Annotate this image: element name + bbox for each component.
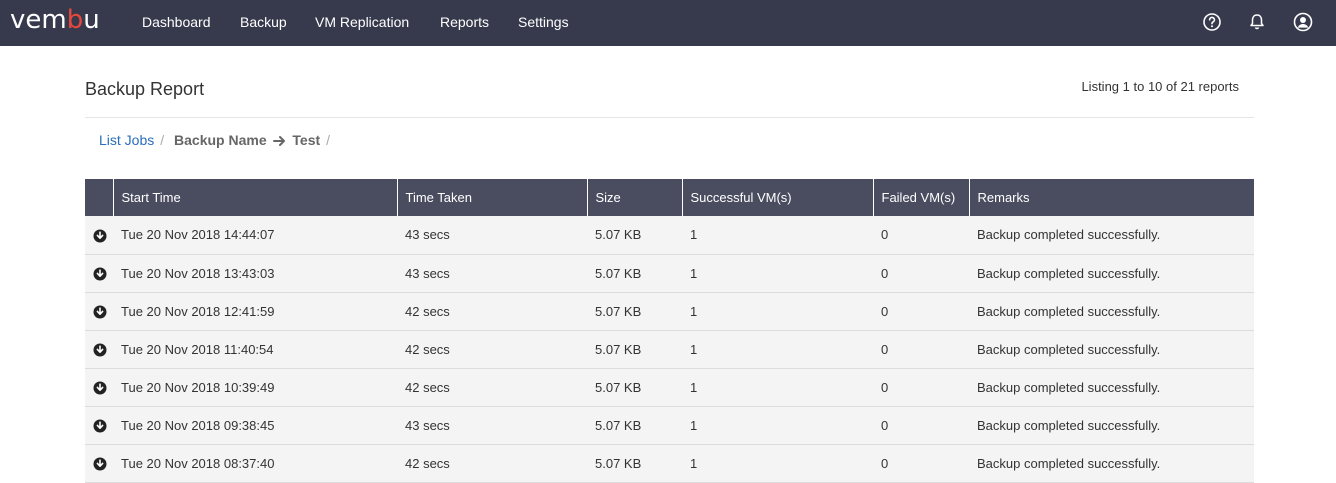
listing-count: Listing 1 to 10 of 21 reports <box>1081 79 1239 94</box>
cell-failed-vms: 0 <box>873 330 969 369</box>
download-circle-icon[interactable] <box>93 419 107 433</box>
download-circle-icon[interactable] <box>93 381 107 395</box>
cell-time-taken: 43 secs <box>397 254 587 293</box>
header-successful-vms[interactable]: Successful VM(s) <box>682 179 874 216</box>
cell-remarks: Backup completed successfully. <box>969 254 1254 293</box>
vembu-logo[interactable]: vembu <box>10 5 100 35</box>
breadcrumb-backup-name-value: Test <box>292 132 321 148</box>
user-icon[interactable] <box>1293 12 1313 32</box>
arrow-right-icon <box>272 136 285 147</box>
cell-remarks: Backup completed successfully. <box>969 444 1254 483</box>
cell-successful-vms: 1 <box>682 330 873 369</box>
cell-successful-vms: 1 <box>682 368 873 407</box>
cell-start-time: Tue 20 Nov 2018 12:41:59 <box>113 292 397 331</box>
cell-successful-vms: 1 <box>682 216 873 255</box>
cell-start-time: Tue 20 Nov 2018 08:37:40 <box>113 444 397 483</box>
nav-settings[interactable]: Settings <box>518 14 569 30</box>
table-row[interactable]: Tue 20 Nov 2018 08:37:40 42 secs 5.07 KB 1 0… <box>85 444 1254 483</box>
cell-remarks: Backup completed successfully. <box>969 292 1254 331</box>
header-failed-vms[interactable]: Failed VM(s) <box>873 179 970 216</box>
cell-start-time: Tue 20 Nov 2018 11:40:54 <box>113 330 397 369</box>
row-expand-cell <box>85 330 113 369</box>
cell-time-taken: 42 secs <box>397 330 587 369</box>
table-row[interactable]: Tue 20 Nov 2018 13:43:03 43 secs 5.07 KB 1 0… <box>85 254 1254 293</box>
cell-remarks: Backup completed successfully. <box>969 368 1254 407</box>
cell-failed-vms: 0 <box>873 254 969 293</box>
cell-size: 5.07 KB <box>587 406 682 445</box>
header-expand <box>85 179 114 216</box>
cell-start-time: Tue 20 Nov 2018 14:44:07 <box>113 216 397 255</box>
cell-size: 5.07 KB <box>587 368 682 407</box>
table-row[interactable]: Tue 20 Nov 2018 10:39:49 42 secs 5.07 KB 1 0… <box>85 368 1254 407</box>
row-expand-cell <box>85 444 113 483</box>
cell-successful-vms: 1 <box>682 254 873 293</box>
cell-successful-vms: 1 <box>682 292 873 331</box>
row-expand-cell <box>85 406 113 445</box>
row-expand-cell <box>85 216 113 255</box>
download-circle-icon[interactable] <box>93 267 107 281</box>
cell-failed-vms: 0 <box>873 444 969 483</box>
breadcrumb-trailing-separator: / <box>326 132 331 148</box>
cell-remarks: Backup completed successfully. <box>969 330 1254 369</box>
nav-dashboard[interactable]: Dashboard <box>142 14 211 30</box>
cell-remarks: Backup completed successfully. <box>969 216 1254 255</box>
backup-report-table: Start Time Time Taken Size Successful VM… <box>85 179 1254 483</box>
nav-reports[interactable]: Reports <box>440 14 489 30</box>
cell-size: 5.07 KB <box>587 216 682 255</box>
cell-time-taken: 42 secs <box>397 368 587 407</box>
cell-time-taken: 43 secs <box>397 216 587 255</box>
cell-failed-vms: 0 <box>873 216 969 255</box>
row-expand-cell <box>85 368 113 407</box>
cell-time-taken: 42 secs <box>397 292 587 331</box>
download-circle-icon[interactable] <box>93 229 107 243</box>
cell-failed-vms: 0 <box>873 292 969 331</box>
cell-failed-vms: 0 <box>873 406 969 445</box>
row-expand-cell <box>85 292 113 331</box>
breadcrumb: List Jobs / Backup Name Test / <box>99 132 336 148</box>
table-row[interactable]: Tue 20 Nov 2018 12:41:59 42 secs 5.07 KB 1 0… <box>85 292 1254 331</box>
table-row[interactable]: Tue 20 Nov 2018 14:44:07 43 secs 5.07 KB 1 0… <box>85 216 1254 255</box>
cell-time-taken: 42 secs <box>397 444 587 483</box>
download-circle-icon[interactable] <box>93 305 107 319</box>
table-row[interactable]: Tue 20 Nov 2018 11:40:54 42 secs 5.07 KB 1 0… <box>85 330 1254 369</box>
cell-failed-vms: 0 <box>873 368 969 407</box>
top-navbar: vembu Dashboard Backup VM Replication Re… <box>0 0 1336 46</box>
breadcrumb-separator: / <box>160 132 165 148</box>
nav-backup[interactable]: Backup <box>240 14 287 30</box>
cell-start-time: Tue 20 Nov 2018 13:43:03 <box>113 254 397 293</box>
cell-start-time: Tue 20 Nov 2018 10:39:49 <box>113 368 397 407</box>
cell-size: 5.07 KB <box>587 330 682 369</box>
breadcrumb-list-jobs[interactable]: List Jobs <box>99 132 154 148</box>
download-circle-icon[interactable] <box>93 343 107 357</box>
header-remarks[interactable]: Remarks <box>969 179 1254 216</box>
bell-icon[interactable] <box>1247 12 1267 32</box>
header-size[interactable]: Size <box>587 179 683 216</box>
cell-size: 5.07 KB <box>587 292 682 331</box>
cell-start-time: Tue 20 Nov 2018 09:38:45 <box>113 406 397 445</box>
table-row[interactable]: Tue 20 Nov 2018 09:38:45 43 secs 5.07 KB 1 0… <box>85 406 1254 445</box>
download-circle-icon[interactable] <box>93 457 107 471</box>
cell-remarks: Backup completed successfully. <box>969 406 1254 445</box>
table-header-row: Start Time Time Taken Size Successful VM… <box>85 179 1254 216</box>
breadcrumb-backup-name-label: Backup Name <box>174 132 267 148</box>
page-title: Backup Report <box>85 79 205 99</box>
header-time-taken[interactable]: Time Taken <box>397 179 588 216</box>
header-start-time[interactable]: Start Time <box>113 179 398 216</box>
cell-size: 5.07 KB <box>587 444 682 483</box>
help-icon[interactable] <box>1202 12 1222 32</box>
cell-time-taken: 43 secs <box>397 406 587 445</box>
cell-successful-vms: 1 <box>682 444 873 483</box>
nav-vm-replication[interactable]: VM Replication <box>315 14 409 30</box>
cell-successful-vms: 1 <box>682 406 873 445</box>
row-expand-cell <box>85 254 113 293</box>
divider <box>85 117 1254 118</box>
cell-size: 5.07 KB <box>587 254 682 293</box>
